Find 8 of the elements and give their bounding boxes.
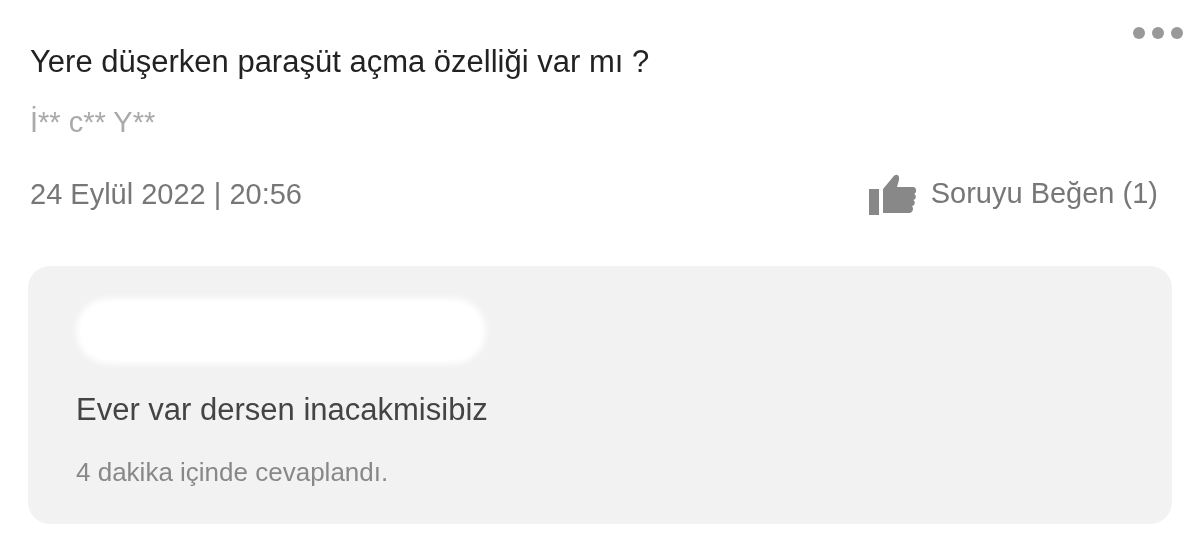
- like-button[interactable]: Soruyu Beğen (1): [868, 172, 1158, 216]
- author-name: İ** c** Y**: [30, 105, 157, 140]
- question-title: Yere düşerken paraşüt açma özelliği var mı ?: [30, 43, 651, 81]
- question-date: 24 Eylül 2022 | 20:56: [30, 176, 302, 212]
- more-options-icon[interactable]: [1132, 26, 1184, 40]
- answer-time: 4 dakika içinde cevaplandı.: [76, 455, 390, 489]
- thumbs-up-icon: [868, 172, 917, 215]
- answer-text: Ever var dersen inacakmisibiz: [76, 390, 489, 429]
